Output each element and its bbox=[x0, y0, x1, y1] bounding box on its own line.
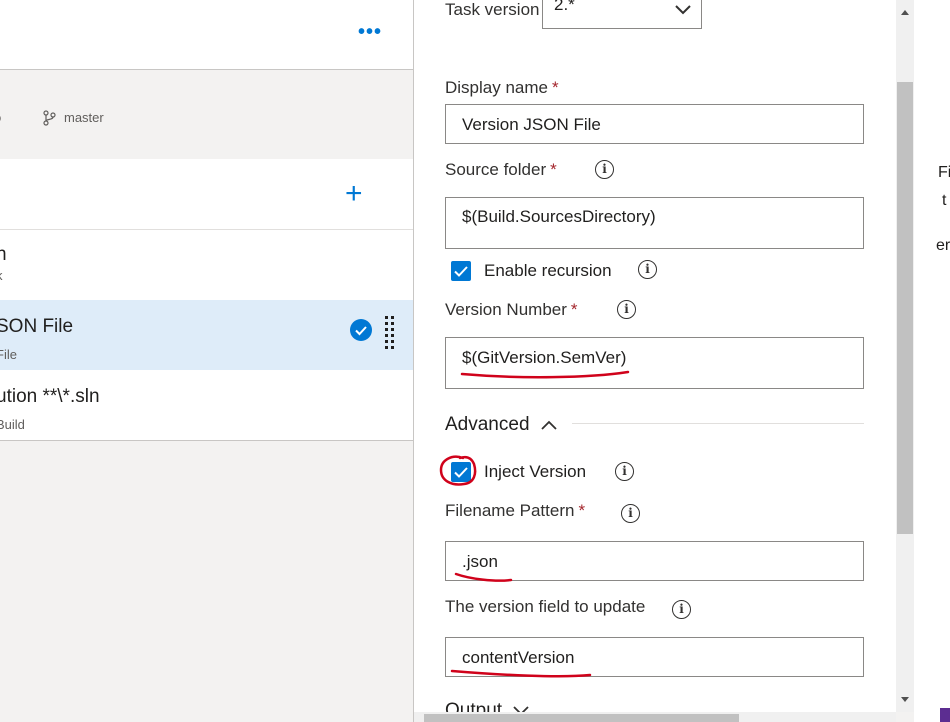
adjacent-window-edge: Fil t er bbox=[914, 0, 950, 722]
info-icon[interactable]: i bbox=[595, 160, 614, 179]
add-task-button[interactable]: + bbox=[345, 179, 363, 209]
filename-pattern-input[interactable]: .json bbox=[445, 541, 864, 581]
required-marker: * bbox=[552, 78, 559, 97]
info-icon[interactable]: i bbox=[638, 260, 657, 279]
display-name-input[interactable]: Version JSON File bbox=[445, 104, 864, 144]
version-number-label: Version Number * bbox=[445, 300, 578, 319]
required-marker: * bbox=[550, 160, 557, 179]
chevron-up-icon bbox=[541, 420, 557, 430]
scroll-up-icon[interactable] bbox=[900, 8, 910, 16]
task-version-select[interactable]: 2.* bbox=[542, 0, 702, 29]
taskbar-accent bbox=[940, 708, 950, 722]
edge-text: er bbox=[936, 237, 950, 254]
enable-recursion-checkbox[interactable] bbox=[451, 261, 471, 281]
drag-handle-icon[interactable] bbox=[384, 316, 396, 354]
task-subtitle: Build bbox=[0, 417, 25, 432]
edge-text: t bbox=[942, 192, 947, 209]
info-icon[interactable]: i bbox=[617, 300, 636, 319]
more-actions-button[interactable]: ••• bbox=[358, 22, 382, 42]
advanced-section-toggle[interactable]: Advanced bbox=[445, 414, 557, 436]
pipeline-tasks-panel: ••• o master + n k SON File File bbox=[0, 0, 414, 722]
task-list: + n k SON File File bbox=[0, 159, 413, 441]
task-version-label: Task version bbox=[445, 0, 540, 19]
app-window: ••• o master + n k SON File File bbox=[0, 0, 950, 722]
task-item-version-json[interactable]: SON File File bbox=[0, 300, 413, 370]
task-title: ution **\*.sln bbox=[0, 386, 100, 407]
info-icon[interactable]: i bbox=[621, 504, 640, 523]
display-name-label: Display name * bbox=[445, 78, 559, 97]
scrollbar-thumb[interactable] bbox=[424, 714, 739, 722]
vertical-scrollbar[interactable] bbox=[896, 0, 914, 712]
task-properties-panel: Task version 2.* Display name * Version J… bbox=[414, 0, 896, 722]
version-field-input[interactable]: contentVersion bbox=[445, 637, 864, 677]
info-icon[interactable]: i bbox=[615, 462, 634, 481]
version-number-input[interactable]: $(GitVersion.SemVer) bbox=[445, 337, 864, 389]
edge-text: Fil bbox=[938, 164, 950, 181]
inject-version-label: Inject Version bbox=[484, 462, 587, 481]
inject-version-checkbox[interactable] bbox=[451, 462, 471, 482]
filename-pattern-label: Filename Pattern * bbox=[445, 501, 586, 520]
enabled-check-icon bbox=[350, 319, 372, 341]
source-folder-label: Source folder * bbox=[445, 160, 557, 179]
source-folder-input[interactable]: $(Build.SourcesDirectory) bbox=[445, 197, 864, 249]
task-item-job[interactable]: n k bbox=[0, 230, 413, 300]
task-title: n bbox=[0, 244, 7, 265]
agent-job-row[interactable]: + bbox=[0, 159, 413, 230]
task-subtitle: File bbox=[0, 347, 17, 362]
pipeline-header: ••• bbox=[0, 0, 413, 70]
scrollbar-thumb[interactable] bbox=[897, 82, 913, 534]
version-field-label: The version field to update bbox=[445, 597, 646, 616]
task-subtitle: k bbox=[0, 268, 3, 283]
branch-icon bbox=[43, 110, 56, 126]
task-title: SON File bbox=[0, 316, 74, 337]
task-version-value: 2.* bbox=[554, 0, 575, 14]
section-divider bbox=[572, 423, 864, 424]
task-item-build-solution[interactable]: ution **\*.sln Build bbox=[0, 370, 413, 440]
branch-name: master bbox=[64, 110, 104, 125]
enable-recursion-label: Enable recursion bbox=[484, 261, 612, 280]
required-marker: * bbox=[570, 300, 578, 319]
horizontal-scrollbar[interactable] bbox=[414, 712, 896, 722]
get-sources-bar[interactable]: o master bbox=[0, 70, 413, 159]
scroll-down-icon[interactable] bbox=[900, 696, 910, 704]
chevron-down-icon bbox=[675, 5, 691, 15]
required-marker: * bbox=[578, 501, 586, 520]
info-icon[interactable]: i bbox=[672, 600, 691, 619]
repo-name: o bbox=[0, 110, 1, 125]
